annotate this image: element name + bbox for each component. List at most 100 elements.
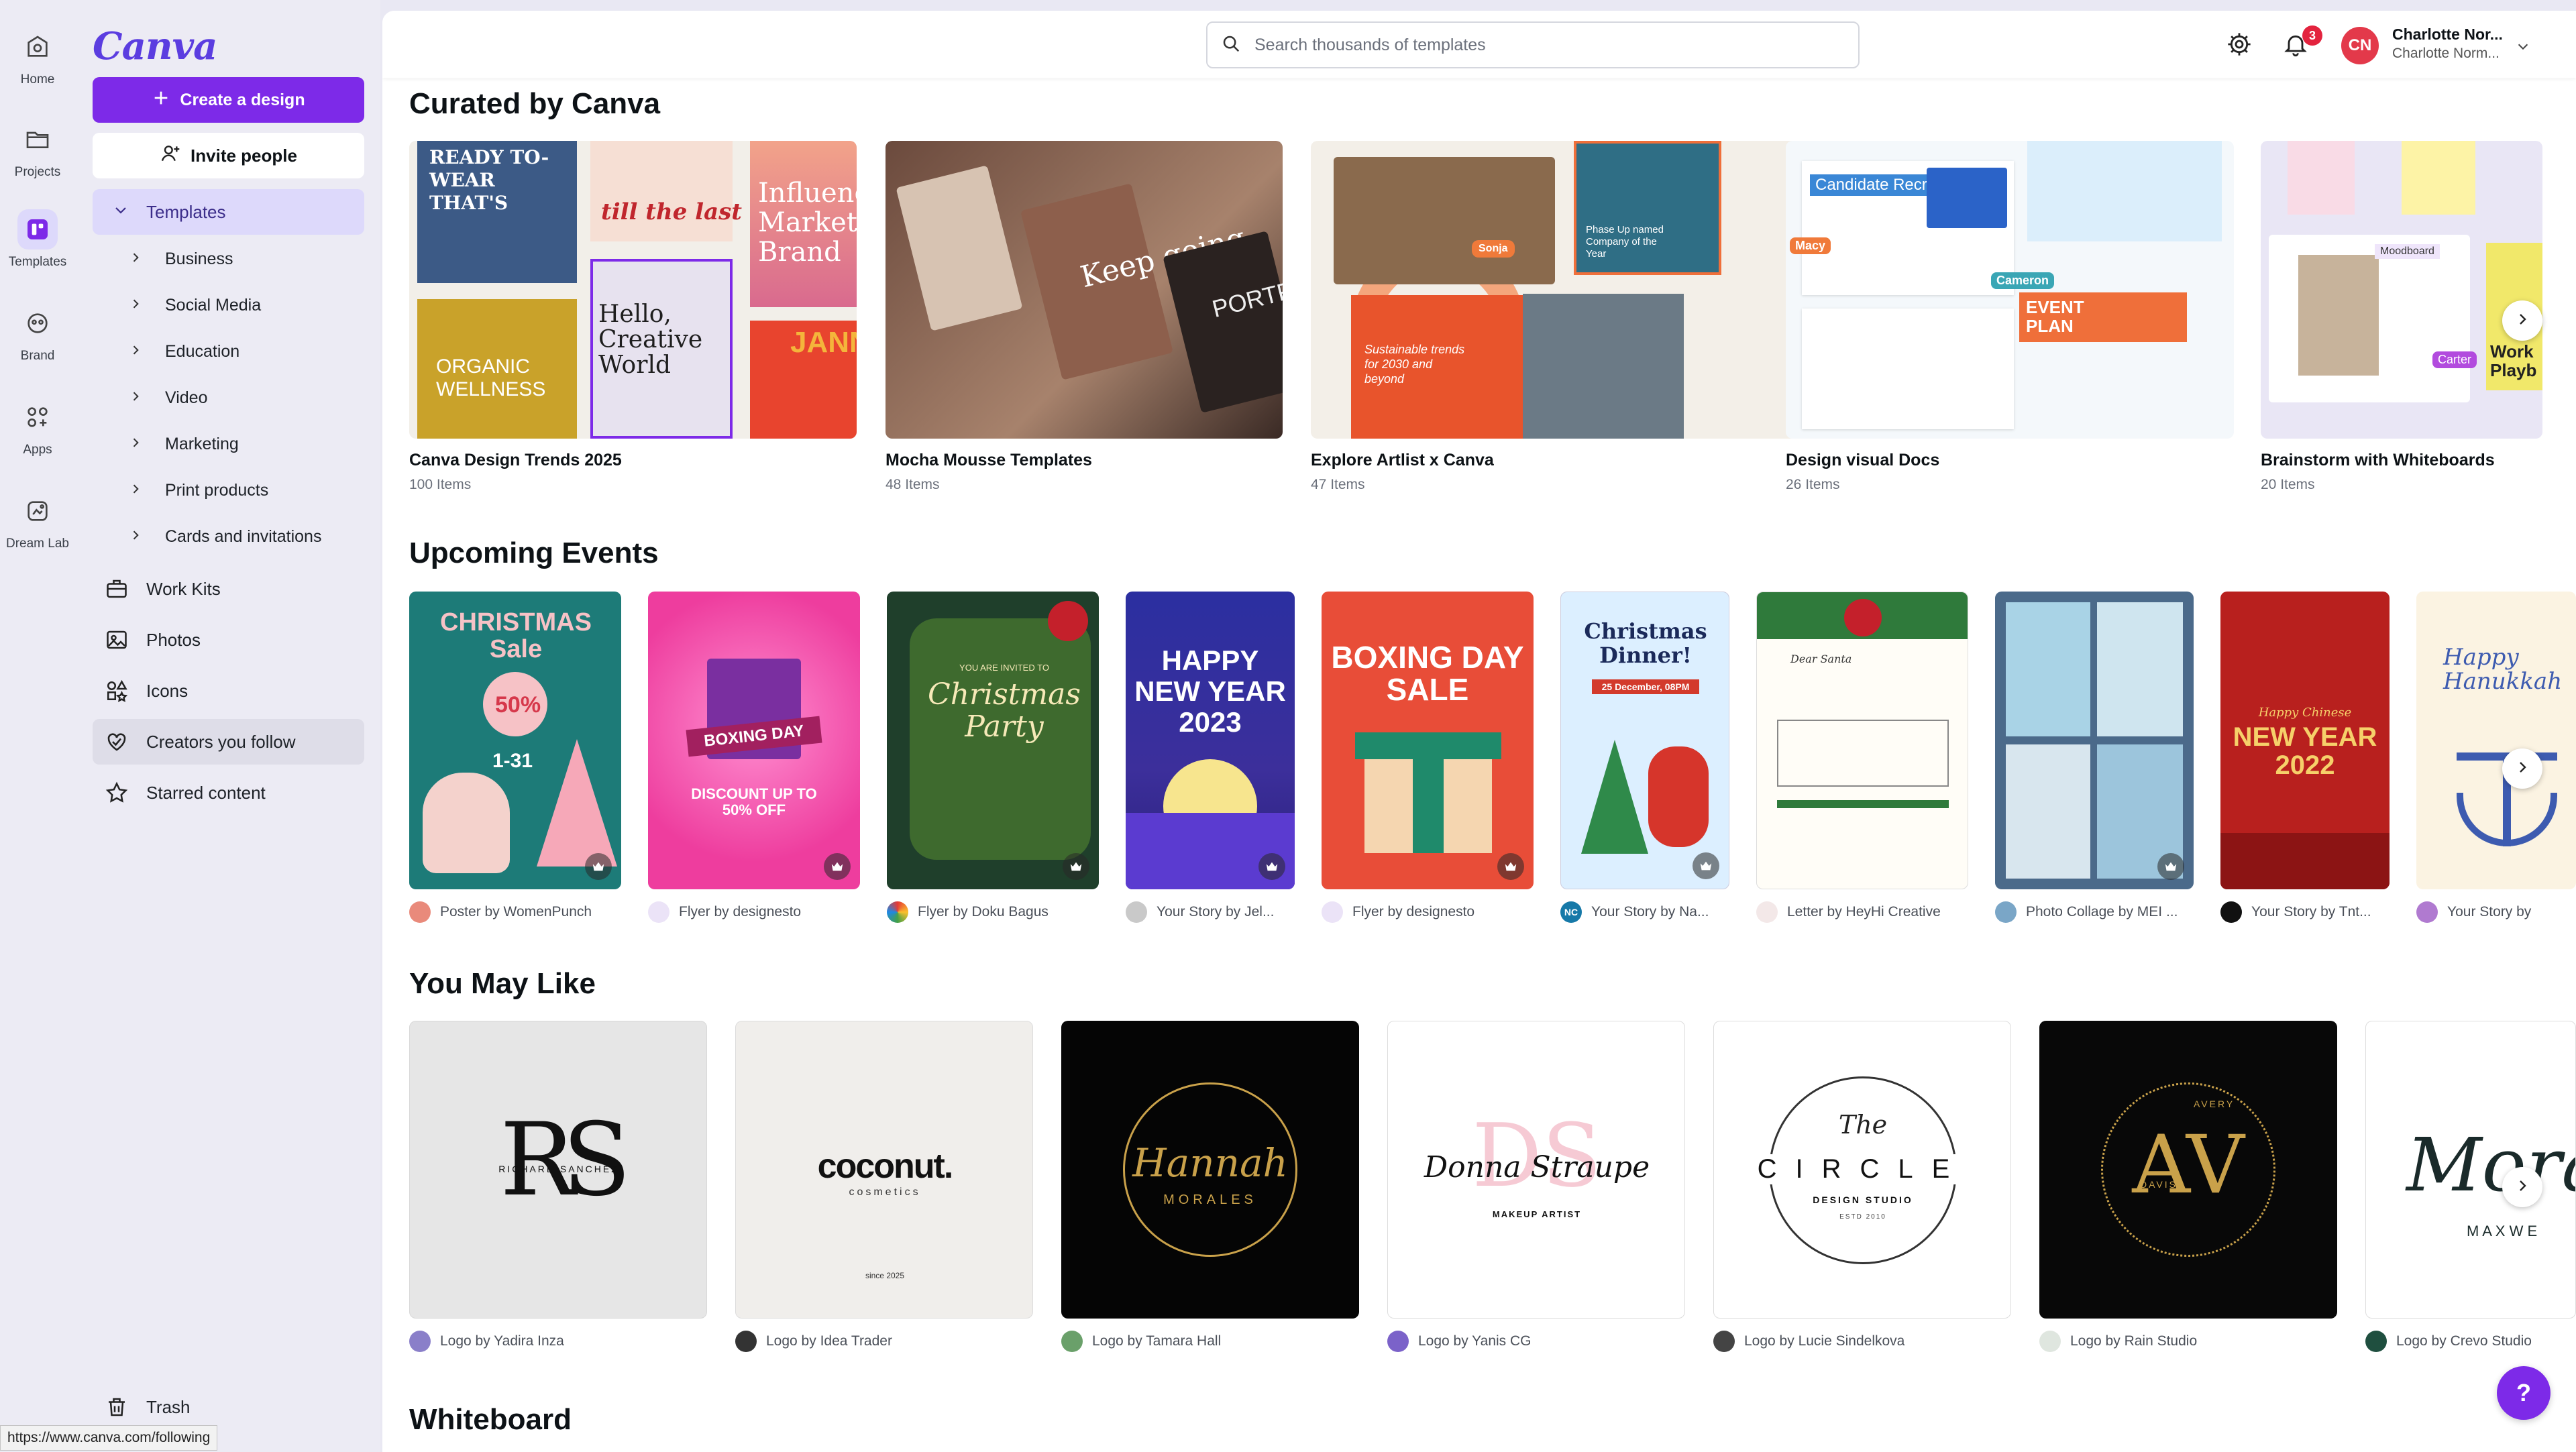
rail-brand[interactable]: Brand (0, 303, 75, 364)
creator-byline[interactable]: NC Your Story by Na... (1560, 901, 1748, 923)
creator-avatar: NC (1560, 901, 1582, 923)
chevron-down-icon (113, 202, 129, 223)
account-menu-button[interactable] (2516, 39, 2530, 57)
template-card[interactable]: BOXING DAY SALE (1322, 592, 1534, 889)
template-thumbnail: DS Donna Straupe MAKEUP ARTIST (1387, 1021, 1685, 1319)
rail-templates[interactable]: Templates (0, 209, 75, 270)
briefcase-icon (102, 574, 131, 604)
template-thumbnail: Mora M A X W E (2365, 1021, 2576, 1319)
search-input[interactable] (1254, 35, 1845, 55)
template-thumbnail: CHRISTMAS Sale 50% 1-31 (409, 592, 621, 889)
template-card[interactable]: Christmas Dinner! 25 December, 08PM (1560, 592, 1729, 889)
template-card[interactable]: YOU ARE INVITED TO Christmas Party (887, 592, 1099, 889)
premium-crown-icon (1258, 853, 1285, 880)
creator-byline[interactable]: Flyer by designesto (1322, 901, 1543, 923)
canva-logo[interactable]: Canva (93, 24, 217, 68)
creator-byline[interactable]: Poster by WomenPunch (409, 901, 631, 923)
template-card[interactable]: BOXING DAY DISCOUNT UP TO 50% OFF (648, 592, 860, 889)
template-card[interactable]: RS RICHARD SANCHEZ (409, 1021, 707, 1319)
help-button[interactable]: ? (2497, 1366, 2551, 1420)
account-name[interactable]: Charlotte Nor... (2392, 25, 2513, 44)
template-card[interactable]: Hannah MORALES (1061, 1021, 1359, 1319)
sidebar-item-education[interactable]: Education (129, 338, 239, 365)
template-card[interactable]: CHRISTMAS Sale 50% 1-31 (409, 592, 621, 889)
invite-people-button[interactable]: Invite people (93, 133, 364, 178)
template-card[interactable]: HAPPY NEW YEAR 2023 (1126, 592, 1295, 889)
sidebar-item-work-kits[interactable]: Work Kits (93, 566, 364, 612)
creator-byline[interactable]: Logo by Rain Studio (2039, 1331, 2334, 1352)
creator-avatar (1756, 901, 1778, 923)
sidebar-item-video[interactable]: Video (129, 384, 208, 411)
creator-avatar (1713, 1331, 1735, 1352)
collection-card[interactable]: Sonja Phase Up named Company of the Year… (1311, 141, 1802, 493)
template-thumbnail: Christmas Dinner! 25 December, 08PM (1560, 592, 1729, 889)
sidebar-item-templates[interactable]: Templates (93, 189, 364, 235)
creator-byline[interactable]: Your Story by Tnt... (2220, 901, 2408, 923)
template-card[interactable]: The CIRCLE DESIGN STUDIO ESTD 2010 (1713, 1021, 2011, 1319)
creator-byline[interactable]: Flyer by designesto (648, 901, 869, 923)
settings-button[interactable] (2226, 31, 2253, 61)
chevron-right-icon (2514, 311, 2530, 331)
creator-byline[interactable]: Logo by Idea Trader (735, 1331, 1030, 1352)
creator-byline[interactable]: Your Story by Jel... (1126, 901, 1313, 923)
collection-card[interactable]: Moodboard Carter Work Playb Brainstorm w… (2261, 141, 2542, 493)
template-thumbnail (1995, 592, 2194, 889)
add-user-icon (160, 143, 181, 169)
creator-byline[interactable]: Logo by Lucie Sindelkova (1713, 1331, 2008, 1352)
creator-byline[interactable]: Your Story by (2416, 901, 2576, 923)
left-rail: Home Projects Templates Brand Apps Dream… (0, 0, 75, 1452)
scroll-right-button[interactable] (2502, 1167, 2542, 1207)
chevron-right-icon (129, 342, 142, 361)
premium-crown-icon (585, 853, 612, 880)
collection-thumbnail: READY TO-WEAR THAT'S till the last bite … (409, 141, 857, 439)
template-card[interactable]: DS Donna Straupe MAKEUP ARTIST (1387, 1021, 1685, 1319)
template-card[interactable]: coconut. cosmetics since 2025 (735, 1021, 1033, 1319)
template-card[interactable]: Dear Santa (1756, 592, 1968, 889)
sidebar-item-creators[interactable]: Creators you follow (93, 719, 364, 765)
sidebar-item-icons[interactable]: Icons (93, 668, 364, 714)
search-bar[interactable] (1206, 21, 1860, 68)
template-card[interactable]: Happy Hanukkah (2416, 592, 2576, 889)
creator-byline[interactable]: Logo by Tamara Hall (1061, 1331, 1356, 1352)
creator-byline[interactable]: Flyer by Doku Bagus (887, 901, 1108, 923)
rail-dream-lab[interactable]: Dream Lab (0, 491, 75, 551)
rail-projects[interactable]: Projects (0, 119, 75, 180)
sidebar-item-photos[interactable]: Photos (93, 617, 364, 663)
chevron-right-icon (129, 435, 142, 454)
sidebar-item-starred[interactable]: Starred content (93, 770, 364, 816)
creator-byline[interactable]: Photo Collage by MEI ... (1995, 901, 2210, 923)
main-content: Curated by Canva READY TO-WEAR THAT'S ti… (382, 11, 2576, 1452)
sidebar-item-cards-invitations[interactable]: Cards and invitations (129, 523, 321, 550)
sidebar-item-marketing[interactable]: Marketing (129, 431, 239, 457)
sidebar-item-business[interactable]: Business (129, 245, 233, 272)
rail-home[interactable]: Home (0, 27, 75, 87)
collection-card[interactable]: READY TO-WEAR THAT'S till the last bite … (409, 141, 857, 493)
creator-byline[interactable]: Logo by Crevo Studio (2365, 1331, 2576, 1352)
creator-avatar (1126, 901, 1147, 923)
scroll-right-button[interactable] (2502, 748, 2542, 789)
section-title-whiteboard: Whiteboard (409, 1403, 572, 1436)
sidebar-item-social-media[interactable]: Social Media (129, 292, 261, 319)
collection-card[interactable]: Keep going. PORTF Mocha Mousse Templates… (885, 141, 1283, 493)
template-card[interactable]: AV AVERY DAVIS (2039, 1021, 2337, 1319)
creator-byline[interactable]: Logo by Yadira Inza (409, 1331, 704, 1352)
template-thumbnail: coconut. cosmetics since 2025 (735, 1021, 1033, 1319)
template-thumbnail: The CIRCLE DESIGN STUDIO ESTD 2010 (1713, 1021, 2011, 1319)
collection-card[interactable]: Candidate Recruitment Macy Cameron EVENT… (1786, 141, 2234, 493)
creator-byline[interactable]: Logo by Yanis CG (1387, 1331, 1682, 1352)
rail-apps[interactable]: Apps (0, 397, 75, 457)
template-card[interactable]: Happy Chinese NEW YEAR 2022 (2220, 592, 2390, 889)
collection-thumbnail: Sonja Phase Up named Company of the Year… (1311, 141, 1802, 439)
trash-icon (102, 1392, 131, 1422)
creator-byline[interactable]: Letter by HeyHi Creative (1756, 901, 1984, 923)
template-thumbnail: Happy Hanukkah (2416, 592, 2576, 889)
notification-badge: 3 (2302, 25, 2322, 46)
sidebar-item-trash[interactable]: Trash (93, 1384, 364, 1430)
creator-avatar (2039, 1331, 2061, 1352)
sidebar-item-print-products[interactable]: Print products (129, 477, 268, 504)
template-card[interactable] (1995, 592, 2194, 889)
scroll-right-button[interactable] (2502, 300, 2542, 341)
create-design-button[interactable]: Create a design (93, 77, 364, 123)
avatar[interactable]: CN (2341, 27, 2379, 64)
template-card[interactable]: Mora M A X W E (2365, 1021, 2576, 1319)
